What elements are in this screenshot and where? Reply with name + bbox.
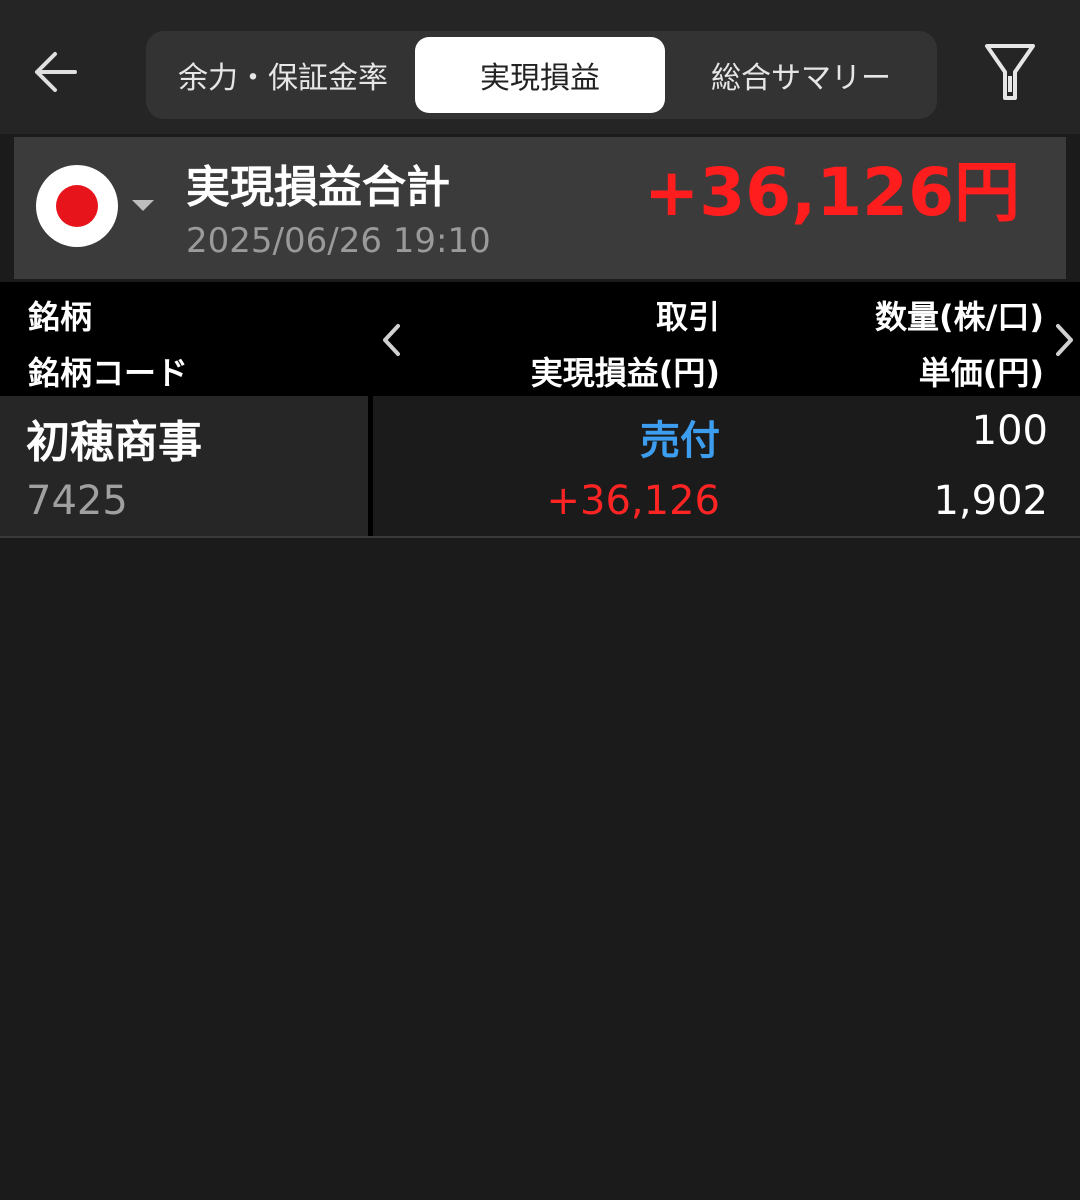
header-trade: 取引 <box>655 298 720 336</box>
chevron-right-icon <box>1056 324 1073 356</box>
realized-pnl-value: +36,126 <box>546 478 720 524</box>
top-bar: 余力・保証金率 実現損益 総合サマリー <box>0 0 1080 134</box>
chevron-down-icon[interactable] <box>132 200 154 211</box>
back-button[interactable] <box>20 34 90 110</box>
stock-name: 初穂商事 <box>26 417 202 468</box>
table-header: 銘柄 銘柄コード 取引 実現損益(円) 数量(株/口) 単価(円) <box>0 282 1080 396</box>
trade-type: 売付 <box>640 418 720 464</box>
stock-code: 7425 <box>26 478 128 524</box>
next-columns-button[interactable] <box>1050 318 1080 362</box>
segment-tabs: 余力・保証金率 実現損益 総合サマリー <box>146 31 937 119</box>
header-stock: 銘柄 <box>28 298 93 336</box>
header-realized-pnl: 実現損益(円) <box>530 354 720 392</box>
stock-cell: 初穂商事 7425 <box>0 396 373 536</box>
summary-date: 2025/06/26 19:10 <box>186 221 491 261</box>
header-stock-code: 銘柄コード <box>28 354 189 392</box>
japan-flag-icon[interactable] <box>36 165 118 247</box>
quantity-value: 100 <box>971 408 1048 454</box>
unit-price-value: 1,902 <box>933 478 1048 524</box>
filter-button[interactable] <box>975 36 1045 108</box>
table-row[interactable]: 初穂商事 7425 売付 +36,126 100 1,902 <box>0 396 1080 538</box>
tab-margin-ratio[interactable]: 余力・保証金率 <box>154 37 412 113</box>
summary-total: +36,126円 <box>644 154 1020 231</box>
filter-icon <box>985 44 1035 100</box>
summary-title: 実現損益合計 <box>186 162 450 213</box>
realized-pnl-summary: 実現損益合計 2025/06/26 19:10 +36,126円 <box>14 137 1066 279</box>
prev-columns-button[interactable] <box>376 318 406 362</box>
header-unit-price: 単価(円) <box>918 354 1044 392</box>
chevron-left-icon <box>383 324 400 356</box>
tab-realized-pnl[interactable]: 実現損益 <box>415 37 665 113</box>
header-quantity: 数量(株/口) <box>875 298 1044 336</box>
back-arrow-icon <box>35 52 77 92</box>
tab-total-summary[interactable]: 総合サマリー <box>672 37 930 113</box>
